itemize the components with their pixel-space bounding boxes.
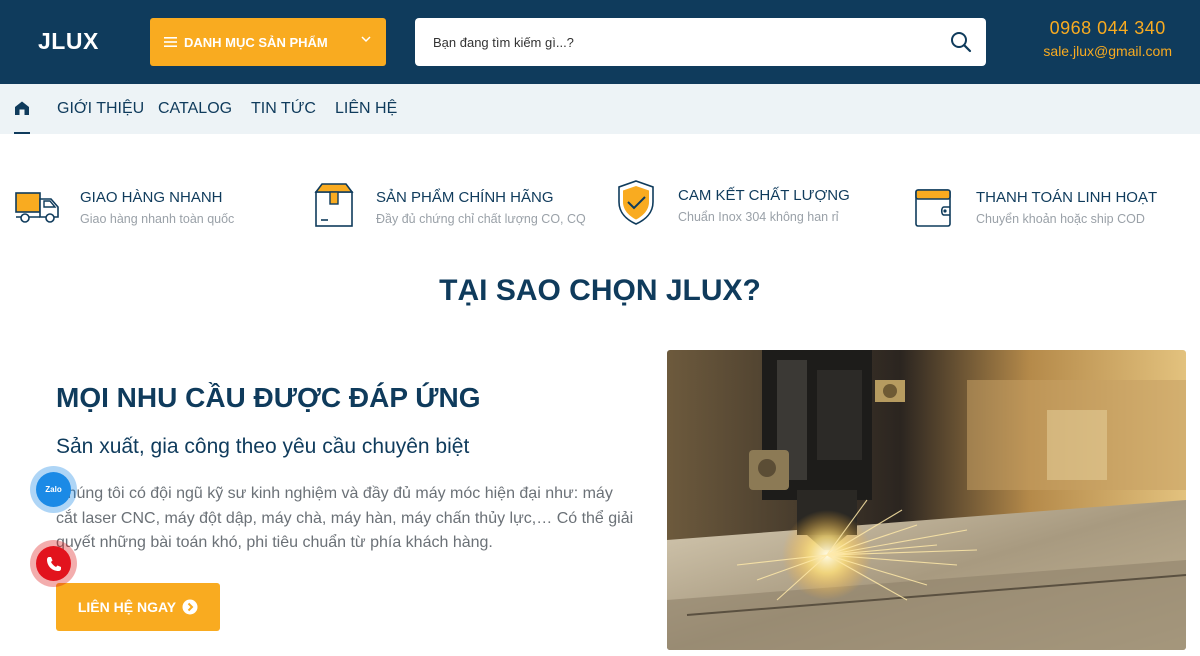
feature-strip: GIAO HÀNG NHANH Giao hàng nhanh toàn quố… bbox=[0, 180, 1200, 240]
nav-item-catalog[interactable]: CATALOG bbox=[158, 100, 232, 118]
feature-item: CAM KẾT CHẤT LƯỢNG Chuẩn Inox 304 không … bbox=[612, 180, 850, 226]
nav-item-gioi-thieu[interactable]: GIỚI THIỆU bbox=[57, 100, 144, 118]
contact-now-label: LIÊN HỆ NGAY bbox=[77, 599, 177, 615]
shield-check-icon bbox=[618, 180, 654, 225]
category-menu-button[interactable]: DANH MỤC SẢN PHẨM bbox=[150, 18, 386, 66]
section-heading: TẠI SAO CHỌN JLUX? bbox=[439, 274, 761, 307]
menu-icon bbox=[164, 37, 177, 47]
contact-now-button[interactable]: LIÊN HỆ NGAY bbox=[56, 583, 220, 631]
hotline-phone[interactable]: 0968 044 340 bbox=[1043, 18, 1172, 39]
feature-subtitle: Chuyển khoản hoặc ship COD bbox=[976, 212, 1145, 226]
site-logo[interactable]: JLUX bbox=[38, 28, 99, 55]
feature-title: THANH TOÁN LINH HOẠT bbox=[976, 189, 1158, 206]
home-icon bbox=[15, 101, 29, 115]
nav-home[interactable] bbox=[14, 100, 30, 134]
feature-subtitle: Chuẩn Inox 304 không han rỉ bbox=[678, 210, 839, 224]
laser-cutting-image bbox=[667, 350, 1186, 650]
main-nav: GIỚI THIỆU CATALOG TIN TỨC LIÊN HỆ bbox=[0, 84, 1200, 134]
zalo-label: Zalo bbox=[45, 485, 62, 494]
search-input[interactable] bbox=[415, 18, 915, 66]
feature-subtitle: Giao hàng nhanh toàn quốc bbox=[80, 212, 235, 226]
feature-item: GIAO HÀNG NHANH Giao hàng nhanh toàn quố… bbox=[14, 180, 234, 228]
call-button[interactable] bbox=[30, 540, 77, 587]
feature-title: GIAO HÀNG NHANH bbox=[80, 189, 223, 206]
phone-icon bbox=[36, 546, 71, 581]
search-icon[interactable] bbox=[950, 31, 972, 53]
zalo-icon: Zalo bbox=[36, 472, 71, 507]
wallet-icon bbox=[915, 189, 951, 227]
truck-icon bbox=[15, 192, 59, 223]
feature-subtitle: Đầy đủ chứng chỉ chất lượng CO, CQ bbox=[376, 212, 586, 226]
top-header: JLUX DANH MỤC SẢN PHẨM 0968 044 340 sale… bbox=[0, 0, 1200, 84]
contact-info: 0968 044 340 sale.jlux@gmail.com bbox=[1043, 18, 1172, 59]
content-title: MỌI NHU CẦU ĐƯỢC ĐÁP ỨNG bbox=[56, 382, 481, 413]
chevron-down-icon bbox=[361, 36, 371, 43]
content-body: Chúng tôi có đội ngũ kỹ sư kinh nghiệm v… bbox=[56, 485, 634, 551]
nav-item-lien-he[interactable]: LIÊN HỆ bbox=[335, 100, 397, 118]
feature-title: SẢN PHẨM CHÍNH HÃNG bbox=[376, 189, 554, 206]
nav-item-tin-tuc[interactable]: TIN TỨC bbox=[251, 100, 316, 118]
search-box bbox=[415, 18, 986, 66]
content-subtitle: Sản xuất, gia công theo yêu cầu chuyên b… bbox=[56, 435, 470, 458]
feature-item: SẢN PHẨM CHÍNH HÃNG Đầy đủ chứng chỉ chấ… bbox=[310, 180, 586, 228]
contact-email[interactable]: sale.jlux@gmail.com bbox=[1043, 43, 1172, 59]
arrow-right-circle-icon bbox=[182, 599, 198, 615]
zalo-chat-button[interactable]: Zalo bbox=[30, 466, 77, 513]
feature-title: CAM KẾT CHẤT LƯỢNG bbox=[678, 187, 850, 204]
feature-item: THANH TOÁN LINH HOẠT Chuyển khoản hoặc s… bbox=[910, 180, 1157, 228]
box-icon bbox=[314, 183, 354, 227]
category-menu-label: DANH MỤC SẢN PHẨM bbox=[184, 34, 328, 50]
